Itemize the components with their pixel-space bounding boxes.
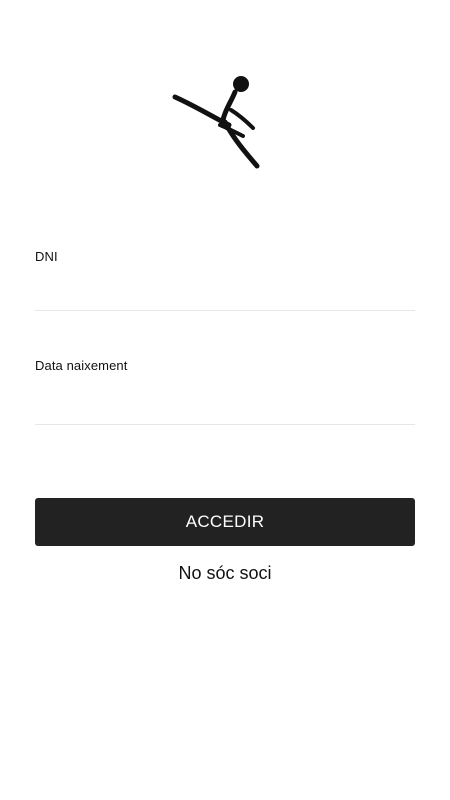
birth-date-input[interactable] (35, 388, 415, 416)
login-button-label: ACCEDIR (185, 512, 265, 531)
birth-date-field-group: Data naixement (35, 358, 415, 425)
birth-date-label: Data naixement (35, 358, 128, 373)
login-button[interactable]: ACCEDIR (35, 498, 415, 546)
not-member-link[interactable]: No sóc soci (0, 563, 450, 584)
dni-label: DNI (35, 249, 58, 264)
birth-date-underline (35, 424, 415, 425)
dni-input[interactable] (35, 275, 415, 303)
dni-underline (35, 310, 415, 311)
app-logo (165, 70, 265, 170)
dni-field-group: DNI (35, 249, 415, 311)
jumping-athlete-logo-icon (172, 76, 260, 169)
